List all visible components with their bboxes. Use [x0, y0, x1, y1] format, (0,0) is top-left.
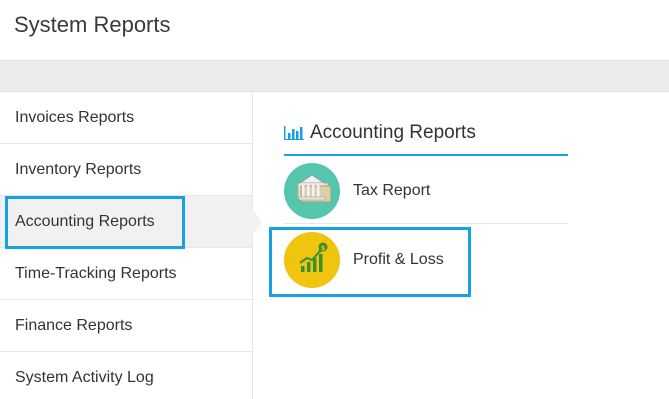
- sidebar-item-label: Accounting Reports: [15, 213, 155, 230]
- report-item-tax-report[interactable]: Tax Report: [284, 158, 568, 224]
- svg-text:$: $: [321, 244, 326, 252]
- section-title-underline: [284, 154, 568, 156]
- sidebar-item-time-tracking-reports[interactable]: Time-Tracking Reports: [0, 248, 252, 300]
- sidebar-item-label: Time-Tracking Reports: [15, 265, 177, 282]
- section-title-text: Accounting Reports: [310, 122, 476, 143]
- sidebar-item-invoices-reports[interactable]: Invoices Reports: [0, 92, 252, 144]
- sidebar-item-label: Inventory Reports: [15, 161, 142, 178]
- section-title: Accounting Reports: [284, 122, 476, 144]
- report-item-profit-loss[interactable]: $ Profit & Loss: [284, 227, 568, 293]
- bar-chart-icon: [284, 126, 304, 140]
- sidebar-item-finance-reports[interactable]: Finance Reports: [0, 300, 252, 352]
- header: System Reports: [0, 0, 669, 61]
- report-label: Tax Report: [353, 182, 431, 199]
- sidebar-item-inventory-reports[interactable]: Inventory Reports: [0, 144, 252, 196]
- sidebar-item-accounting-reports[interactable]: Accounting Reports: [0, 196, 252, 248]
- toolbar-band: [0, 61, 669, 92]
- sidebar-item-system-activity-log[interactable]: System Activity Log: [0, 352, 252, 399]
- sidebar-item-label: Invoices Reports: [15, 109, 135, 126]
- sidebar: Invoices Reports Inventory Reports Accou…: [0, 92, 253, 399]
- page-title: System Reports: [14, 12, 171, 37]
- bank-money-icon: [284, 163, 340, 219]
- report-label: Profit & Loss: [353, 251, 444, 268]
- growth-chart-dollar-icon: $: [284, 232, 340, 288]
- sidebar-item-label: System Activity Log: [15, 369, 154, 386]
- sidebar-item-label: Finance Reports: [15, 317, 133, 334]
- active-caret: [252, 209, 262, 235]
